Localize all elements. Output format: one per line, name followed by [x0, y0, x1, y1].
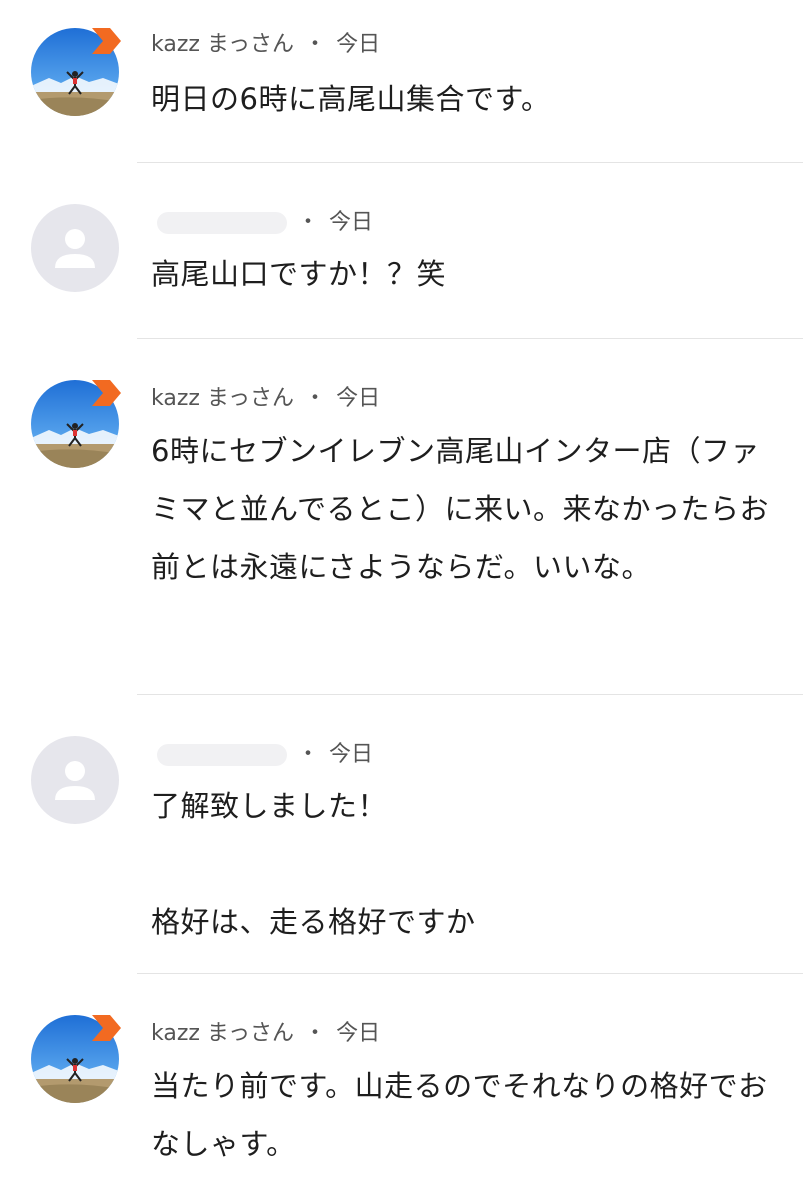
chevron-badge-icon [92, 1015, 121, 1041]
chevron-badge-icon [92, 380, 121, 406]
author-name[interactable]: kazz まっさん [151, 32, 294, 57]
comment-text: 6時にセブンイレブン高尾山インター店（ファミマと並んでるとこ）に来い。来なかった… [151, 434, 770, 584]
divider [137, 162, 803, 163]
comment-header: kazz まっさん・今日 [151, 31, 380, 59]
chevron-badge-icon [92, 28, 121, 54]
divider [137, 338, 803, 339]
comment-thread: kazz まっさん・今日 明日の6時に高尾山集合です。 ・今日 高尾山口ですか！… [0, 0, 803, 1200]
timestamp: 今日 [329, 742, 374, 767]
divider [137, 973, 803, 974]
user-avatar[interactable] [31, 736, 119, 824]
divider [137, 694, 803, 695]
timestamp: 今日 [329, 210, 374, 235]
comment-header: ・今日 [151, 209, 373, 237]
author-name[interactable]: kazz まっさん [151, 386, 294, 411]
comment-text: 当たり前です。山走るのでそれなりの格好でおなしゃす。 [151, 1069, 768, 1161]
meta-separator: ・ [304, 386, 327, 411]
timestamp: 今日 [336, 1021, 381, 1046]
redacted-author-name[interactable] [157, 212, 287, 234]
comment-header: kazz まっさん・今日 [151, 385, 380, 413]
user-avatar[interactable] [31, 204, 119, 292]
comment-text: 明日の6時に高尾山集合です。 [151, 82, 551, 116]
comment-header: ・今日 [151, 741, 373, 769]
comment-text: 高尾山口ですか！？笑 [151, 257, 447, 291]
timestamp: 今日 [336, 32, 381, 57]
comment-text: 了解致しました！ 格好は、走る格好ですか [151, 789, 476, 939]
timestamp: 今日 [336, 386, 381, 411]
comment-header: kazz まっさん・今日 [151, 1020, 380, 1048]
meta-separator: ・ [304, 1021, 327, 1046]
meta-separator: ・ [297, 210, 320, 235]
author-name[interactable]: kazz まっさん [151, 1021, 294, 1046]
meta-separator: ・ [297, 742, 320, 767]
meta-separator: ・ [304, 32, 327, 57]
redacted-author-name[interactable] [157, 744, 287, 766]
